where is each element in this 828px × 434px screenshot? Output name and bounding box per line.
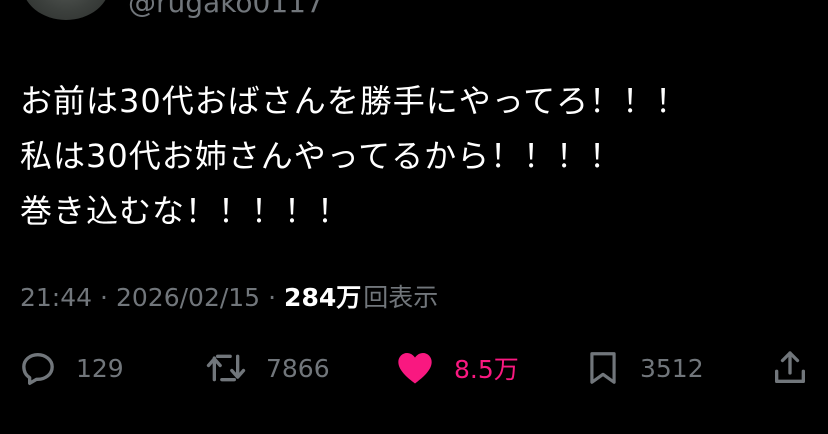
tweet-time[interactable]: 21:44 — [20, 283, 92, 312]
retweet-button[interactable]: 7866 — [204, 340, 330, 396]
share-button[interactable] — [770, 340, 810, 396]
avatar[interactable] — [22, 0, 110, 20]
share-icon — [775, 351, 805, 383]
tweet-meta: 21:44 · 2026/02/15 · 284万 回表示 — [20, 278, 438, 314]
bookmark-count: 3512 — [640, 353, 704, 383]
action-bar: 129 7866 8.5万 3512 — [0, 340, 828, 396]
reply-icon — [22, 353, 54, 385]
reply-button[interactable]: 129 — [18, 340, 124, 396]
tweet-line: 巻き込むな！！！！！ — [20, 192, 351, 230]
retweet-count: 7866 — [266, 353, 330, 383]
tweet-line: 私は30代お姉さんやってるから！！！！ — [20, 137, 623, 175]
views-label[interactable]: 回表示 — [363, 278, 438, 314]
tweet-line: お前は30代おばさんを勝手にやってろ！！！ — [20, 82, 689, 120]
retweet-icon — [206, 354, 246, 382]
bookmark-icon — [590, 352, 616, 384]
meta-separator: · — [100, 283, 108, 312]
tweet-date[interactable]: 2026/02/15 — [116, 283, 260, 312]
views-count[interactable]: 284万 — [284, 278, 361, 314]
heart-filled-icon — [398, 353, 432, 384]
author-handle[interactable]: @rugako0117 — [128, 0, 324, 19]
meta-separator: · — [268, 283, 277, 312]
like-count: 8.5万 — [454, 355, 519, 384]
tweet-text: お前は30代おばさんを勝手にやってろ！！！ 私は30代お姉さんやってるから！！！… — [20, 74, 810, 239]
bookmark-button[interactable]: 3512 — [584, 340, 704, 396]
like-button[interactable]: 8.5万 — [394, 340, 519, 396]
reply-count: 129 — [76, 353, 124, 383]
